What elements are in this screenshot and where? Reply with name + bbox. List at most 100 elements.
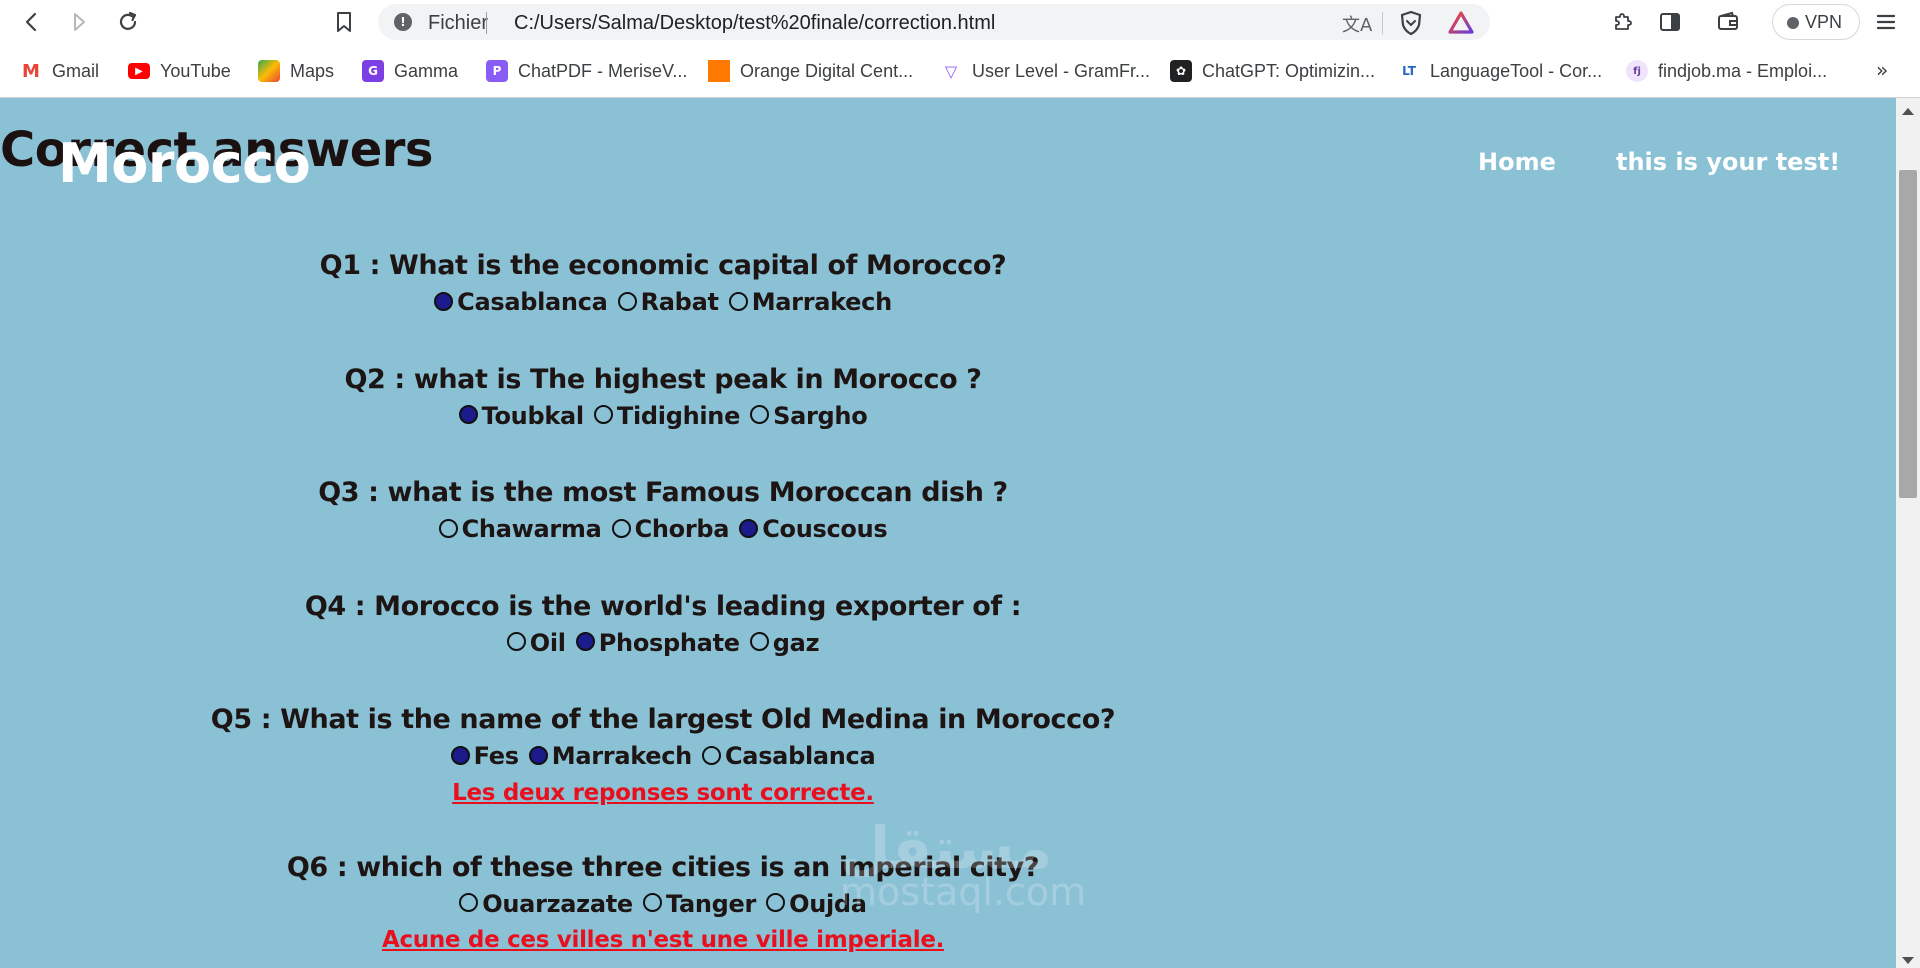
scroll-down-icon[interactable] <box>1902 957 1914 964</box>
reload-icon[interactable] <box>114 8 142 36</box>
maps-icon <box>258 60 280 82</box>
option-rabat[interactable]: Rabat <box>617 284 719 320</box>
radio-unselected[interactable] <box>766 893 786 912</box>
question-text: Q2 : what is The highest peak in Morocco… <box>344 363 982 395</box>
option-label: Marrakech <box>751 288 892 316</box>
bookmark-chatgpt[interactable]: ✿ ChatGPT: Optimizin... <box>1170 58 1375 84</box>
url-divider <box>1382 12 1383 34</box>
option-label: Couscous <box>762 515 888 543</box>
gramfr-icon: ▽ <box>940 60 962 82</box>
question-6: Q6 : which of these three cities is an i… <box>0 850 1326 958</box>
bookmark-label: Gamma <box>394 60 459 81</box>
bookmark-orange[interactable]: Orange Digital Cent... <box>708 58 913 84</box>
bookmark-label: Gmail <box>52 60 100 81</box>
radio-selected[interactable] <box>528 745 548 765</box>
radio-unselected[interactable] <box>749 632 769 651</box>
radio-unselected[interactable] <box>728 291 748 311</box>
radio-selected[interactable] <box>739 518 759 538</box>
option-couscous[interactable]: Couscous <box>739 511 888 547</box>
question-2: Q2 : what is The highest peak in Morocco… <box>0 362 1326 436</box>
answer-options: Casablanca Rabat Marrakech <box>0 284 1326 322</box>
radio-unselected[interactable] <box>506 632 526 651</box>
radio-unselected[interactable] <box>617 291 637 311</box>
vpn-button[interactable]: VPN <box>1772 4 1860 40</box>
option-toubkal[interactable]: Toubkal <box>458 398 584 434</box>
url-scheme: Fichier <box>428 12 489 34</box>
radio-unselected[interactable] <box>611 518 631 538</box>
radio-unselected[interactable] <box>701 745 721 765</box>
gamma-icon: G <box>362 60 384 82</box>
option-label: Oil <box>529 628 566 657</box>
bookmark-gmail[interactable]: M Gmail <box>20 58 99 84</box>
option-oil[interactable]: Oil <box>506 625 566 661</box>
sidebar-icon[interactable] <box>1656 8 1684 36</box>
bookmark-findjob[interactable]: fj findjob.ma - Emploi... <box>1626 58 1827 84</box>
correction-note: Acune de ces villes n'est une ville impe… <box>381 927 945 953</box>
bookmark-gramfr[interactable]: ▽ User Level - GramFr... <box>940 58 1150 84</box>
forward-icon[interactable] <box>66 8 94 36</box>
translate-icon[interactable]: 文A <box>1342 11 1372 37</box>
option-chawarma[interactable]: Chawarma <box>438 511 602 547</box>
bookmark-label: Orange Digital Cent... <box>740 60 914 81</box>
option-marrakech[interactable]: Marrakech <box>528 738 692 774</box>
nav-home[interactable]: Home <box>1478 148 1556 176</box>
option-phosphate[interactable]: Phosphate <box>575 625 740 661</box>
info-icon[interactable]: ! <box>394 13 412 31</box>
menu-icon[interactable] <box>1872 8 1900 36</box>
option-fes[interactable]: Fes <box>450 738 519 774</box>
option-chorba[interactable]: Chorba <box>611 511 729 547</box>
radio-selected[interactable] <box>458 405 478 424</box>
option-casablanca[interactable]: Casablanca <box>701 738 876 774</box>
bookmark-maps[interactable]: Maps <box>258 58 334 84</box>
gmail-icon: M <box>20 60 42 82</box>
wallet-icon[interactable] <box>1714 8 1742 36</box>
option-tidighine[interactable]: Tidighine <box>593 398 740 434</box>
page-content: Correct answers Morocco Home this is you… <box>0 98 1896 968</box>
brave-shields-icon[interactable] <box>1398 10 1424 36</box>
languagetool-icon: LT <box>1398 60 1420 82</box>
radio-unselected[interactable] <box>593 405 613 424</box>
bookmark-chatpdf[interactable]: P ChatPDF - MeriseV... <box>486 58 687 84</box>
vpn-status-icon <box>1787 17 1799 29</box>
page-scrollbar[interactable] <box>1896 98 1920 968</box>
question-text: Q1 : What is the economic capital of Mor… <box>319 250 1007 281</box>
correction-note: Les deux reponses sont correcte. <box>452 779 874 806</box>
radio-unselected[interactable] <box>642 893 662 912</box>
question-4: Q4 : Morocco is the world's leading expo… <box>0 589 1326 663</box>
bookmark-youtube[interactable]: ▶ YouTube <box>128 58 231 84</box>
radio-selected[interactable] <box>575 632 595 651</box>
brand-logo[interactable]: Morocco <box>58 132 311 195</box>
nav-test[interactable]: this is your test! <box>1616 148 1840 176</box>
radio-selected[interactable] <box>434 291 454 311</box>
option-label: Ouarzazate <box>482 889 633 918</box>
brave-rewards-icon[interactable] <box>1448 10 1474 36</box>
bookmark-languagetool[interactable]: LT LanguageTool - Cor... <box>1398 58 1602 84</box>
radio-selected[interactable] <box>450 745 470 765</box>
radio-unselected[interactable] <box>750 405 770 424</box>
extensions-icon[interactable] <box>1608 8 1636 36</box>
option-sargho[interactable]: Sargho <box>750 398 868 434</box>
chatpdf-icon: P <box>486 60 508 82</box>
scroll-thumb[interactable] <box>1899 170 1917 498</box>
question-1: Q1 : What is the economic capital of Mor… <box>0 248 1326 322</box>
option-tanger[interactable]: Tanger <box>642 886 756 922</box>
back-icon[interactable] <box>18 8 46 36</box>
option-casablanca[interactable]: Casablanca <box>434 284 608 320</box>
more-bookmarks-icon[interactable]: » <box>1876 58 1888 82</box>
option-gaz[interactable]: gaz <box>749 625 820 661</box>
option-marrakech[interactable]: Marrakech <box>728 284 892 320</box>
question-text: Q4 : Morocco is the world's leading expo… <box>304 590 1022 622</box>
radio-unselected[interactable] <box>459 893 479 912</box>
url-text[interactable]: C:/Users/Salma/Desktop/test%20finale/cor… <box>514 12 995 35</box>
bookmark-gamma[interactable]: G Gamma <box>362 58 458 84</box>
scroll-up-icon[interactable] <box>1902 108 1914 115</box>
chatgpt-icon: ✿ <box>1170 60 1192 82</box>
question-3: Q3 : what is the most Famous Moroccan di… <box>0 475 1326 549</box>
bookmark-icon[interactable] <box>330 8 358 36</box>
watermark: مستقل mostaql.com <box>840 818 1086 912</box>
watermark-arabic: مستقل <box>840 814 1053 882</box>
address-bar[interactable]: ! Fichier C:/Users/Salma/Desktop/test%20… <box>378 4 1490 40</box>
option-ouarzazate[interactable]: Ouarzazate <box>459 886 633 922</box>
radio-unselected[interactable] <box>438 518 458 538</box>
option-label: Marrakech <box>551 742 692 770</box>
